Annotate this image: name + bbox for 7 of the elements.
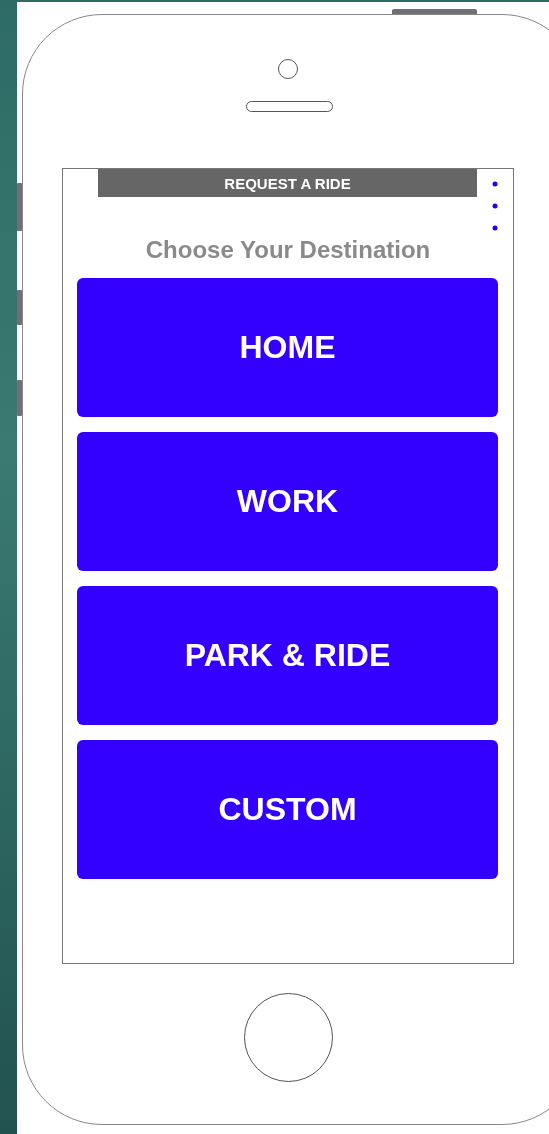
header-bar: REQUEST A RIDE [98, 169, 477, 197]
more-menu-icon[interactable] [492, 181, 498, 231]
destination-button[interactable]: HOME [77, 278, 498, 417]
destination-button[interactable]: CUSTOM [77, 740, 498, 879]
destination-button[interactable]: PARK & RIDE [77, 586, 498, 725]
destination-button[interactable]: WORK [77, 432, 498, 571]
page-heading: Choose Your Destination [144, 236, 432, 264]
